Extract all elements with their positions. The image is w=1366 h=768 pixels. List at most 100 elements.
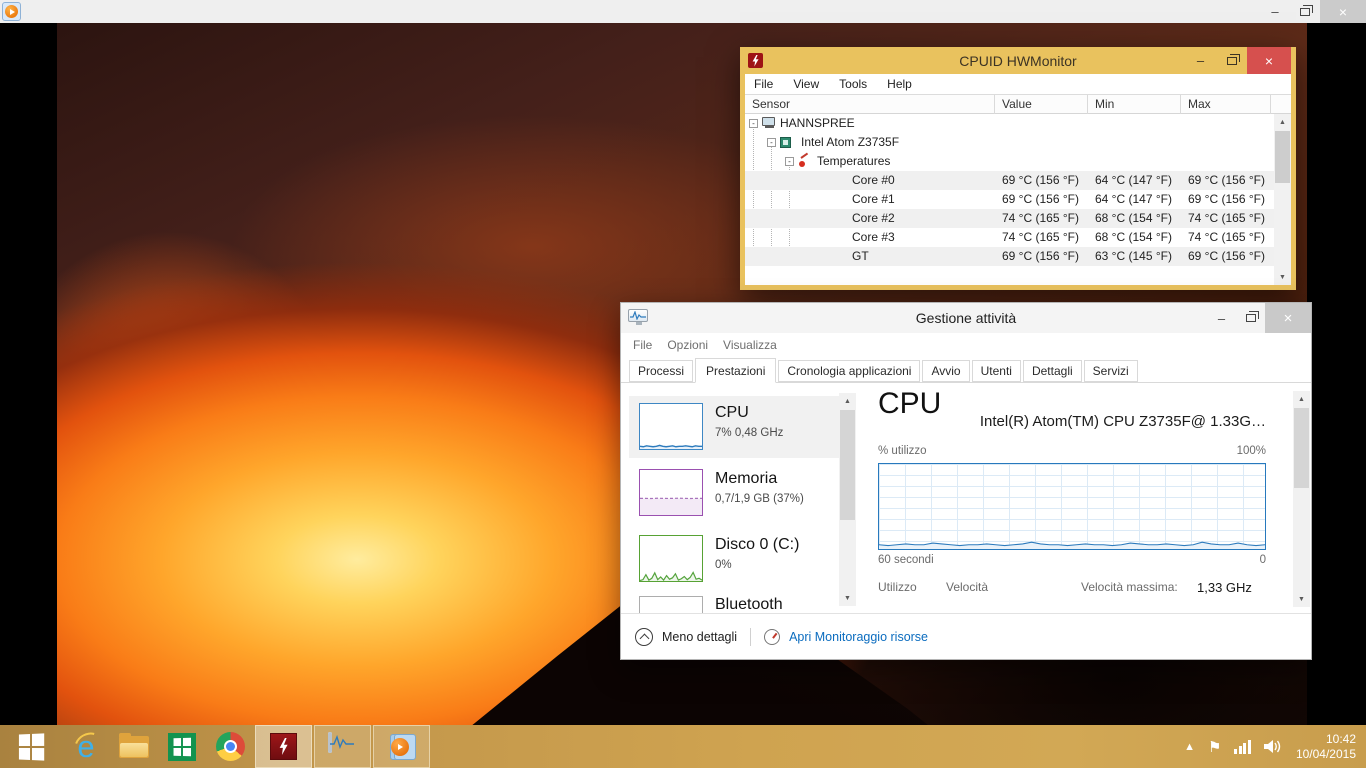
desktop: – × CPUID HWMonitor – × File View Tools … — [0, 0, 1366, 768]
task-manager-minimize-button[interactable]: – — [1207, 303, 1236, 333]
sidebar-item-cpu[interactable]: CPU 7% 0,48 GHz — [629, 396, 839, 458]
internet-explorer-icon: e — [77, 731, 94, 762]
tab-utenti[interactable]: Utenti — [972, 360, 1021, 382]
show-hidden-icons-button[interactable]: ▲ — [1184, 741, 1195, 753]
sidebar-item-bluetooth[interactable]: Bluetooth — [629, 594, 839, 613]
task-manager-close-button[interactable]: × — [1265, 303, 1311, 333]
cpu-model: Intel(R) Atom(TM) CPU Z3735F@ 1.33G… — [980, 413, 1266, 430]
hwmonitor-client-area: File View Tools Help Sensor Value Min Ma… — [745, 74, 1291, 285]
task-manager-footer: Meno dettagli Apri Monitoraggio risorse — [621, 613, 1311, 659]
media-player-app-icon[interactable] — [2, 2, 21, 21]
hwmonitor-sensor-tree: - HANNSPREE - Intel Atom Z3735F - Temper… — [745, 114, 1291, 285]
menu-file[interactable]: File — [754, 77, 773, 91]
scroll-down-icon[interactable]: ▼ — [839, 590, 856, 606]
less-details-button[interactable]: Meno dettagli — [662, 630, 737, 644]
collapse-icon[interactable]: - — [767, 138, 776, 147]
sensor-row-core3[interactable]: Core #3 74 °C (165 °F) 68 °C (154 °F) 74… — [745, 228, 1274, 247]
tab-processi[interactable]: Processi — [629, 360, 693, 382]
tab-servizi[interactable]: Servizi — [1084, 360, 1138, 382]
media-player-minimize-button[interactable]: – — [1260, 0, 1290, 23]
maximize-icon — [1246, 314, 1256, 322]
scroll-down-icon[interactable]: ▼ — [1274, 269, 1291, 285]
column-min[interactable]: Min — [1088, 95, 1181, 114]
hwmonitor-scrollbar[interactable]: ▲ ▼ — [1274, 114, 1291, 285]
start-button[interactable] — [0, 725, 62, 768]
menu-file[interactable]: File — [633, 338, 652, 352]
tab-cronologia-applicazioni[interactable]: Cronologia applicazioni — [778, 360, 920, 382]
cpu-detail-panel: CPU Intel(R) Atom(TM) CPU Z3735F@ 1.33G…… — [876, 383, 1268, 613]
taskbar-item-internet-explorer[interactable]: e — [62, 725, 110, 768]
disk-mini-chart — [639, 535, 703, 582]
sensor-row-gt[interactable]: GT 69 °C (156 °F) 63 °C (145 °F) 69 °C (… — [745, 247, 1274, 266]
tab-avvio[interactable]: Avvio — [922, 360, 969, 382]
main-scrollbar[interactable]: ▲ ▼ — [1293, 391, 1310, 607]
media-player-close-button[interactable]: × — [1320, 0, 1366, 23]
task-manager-titlebar[interactable]: Gestione attività – × — [621, 303, 1311, 333]
stat-velocita-massima-value: 1,33 GHz — [1197, 580, 1252, 595]
sidebar-item-memoria[interactable]: Memoria 0,7/1,9 GB (37%) — [629, 462, 839, 524]
cpu-usage-chart[interactable] — [878, 463, 1266, 550]
taskbar: e ▲ ⚑ — [0, 725, 1366, 768]
scroll-up-icon[interactable]: ▲ — [1293, 391, 1310, 407]
maximize-icon — [1227, 57, 1237, 65]
tab-prestazioni[interactable]: Prestazioni — [695, 358, 776, 383]
column-max[interactable]: Max — [1181, 95, 1271, 114]
computer-icon — [762, 117, 776, 129]
scrollbar-thumb[interactable] — [1294, 408, 1309, 488]
stat-velocita-massima-label: Velocità massima: — [1081, 580, 1178, 594]
taskbar-item-windows-store[interactable] — [158, 725, 206, 768]
task-manager-window: Gestione attività – × File Opzioni Visua… — [620, 302, 1312, 660]
restore-icon — [1300, 8, 1310, 16]
scroll-down-icon[interactable]: ▼ — [1293, 591, 1310, 607]
sidebar-scrollbar[interactable]: ▲ ▼ — [839, 393, 856, 606]
hwmonitor-titlebar[interactable]: CPUID HWMonitor – × — [745, 47, 1291, 74]
tree-node-computer[interactable]: - HANNSPREE — [745, 114, 1274, 133]
hwmonitor-close-button[interactable]: × — [1247, 47, 1291, 74]
memory-mini-chart — [639, 469, 703, 516]
volume-icon[interactable] — [1264, 739, 1283, 754]
sidebar-item-disco[interactable]: Disco 0 (C:) 0% — [629, 528, 839, 590]
taskbar-clock[interactable]: 10:42 10/04/2015 — [1296, 732, 1356, 762]
menu-visualizza[interactable]: Visualizza — [723, 338, 777, 352]
cpu-heading: CPU — [878, 387, 941, 421]
collapse-icon[interactable]: - — [749, 119, 758, 128]
folder-icon — [119, 736, 149, 758]
menu-tools[interactable]: Tools — [839, 77, 867, 91]
stat-velocita-label: Velocità — [946, 580, 988, 594]
media-player-restore-button[interactable] — [1290, 0, 1320, 23]
sensor-row-core0[interactable]: Core #0 69 °C (156 °F) 64 °C (147 °F) 69… — [745, 171, 1274, 190]
taskbar-item-file-explorer[interactable] — [110, 725, 158, 768]
menu-opzioni[interactable]: Opzioni — [667, 338, 708, 352]
network-signal-icon[interactable] — [1234, 740, 1251, 754]
scrollbar-thumb[interactable] — [1275, 131, 1290, 183]
sensor-row-core2[interactable]: Core #2 74 °C (165 °F) 68 °C (154 °F) 74… — [745, 209, 1274, 228]
column-sensor[interactable]: Sensor — [745, 95, 995, 114]
hwmonitor-minimize-button[interactable]: – — [1185, 47, 1216, 74]
collapse-icon[interactable]: - — [785, 157, 794, 166]
collapse-details-icon — [635, 628, 653, 646]
hwmonitor-maximize-button[interactable] — [1216, 47, 1247, 74]
hwmonitor-icon — [270, 733, 297, 760]
open-resource-monitor-link[interactable]: Apri Monitoraggio risorse — [789, 630, 928, 644]
task-manager-maximize-button[interactable] — [1236, 303, 1265, 333]
task-manager-menubar: File Opzioni Visualizza — [621, 333, 1311, 356]
taskbar-item-chrome[interactable] — [206, 725, 254, 768]
system-tray: ▲ ⚑ 10:42 10/04/2015 — [1184, 725, 1366, 768]
menu-view[interactable]: View — [793, 77, 819, 91]
scroll-up-icon[interactable]: ▲ — [1274, 114, 1291, 130]
taskbar-item-media-player[interactable] — [373, 725, 430, 768]
tree-node-temperatures[interactable]: - Temperatures — [745, 152, 1274, 171]
column-value[interactable]: Value — [995, 95, 1088, 114]
taskbar-item-hwmonitor[interactable] — [255, 725, 312, 768]
task-manager-icon — [328, 734, 358, 760]
scrollbar-thumb[interactable] — [840, 410, 855, 520]
tree-node-cpu[interactable]: - Intel Atom Z3735F — [745, 133, 1274, 152]
sensor-row-core1[interactable]: Core #1 69 °C (156 °F) 64 °C (147 °F) 69… — [745, 190, 1274, 209]
scroll-up-icon[interactable]: ▲ — [839, 393, 856, 409]
chrome-icon — [216, 732, 245, 761]
action-center-flag-icon[interactable]: ⚑ — [1208, 738, 1221, 756]
media-player-titlebar: – × — [0, 0, 1366, 23]
taskbar-item-task-manager[interactable] — [314, 725, 371, 768]
menu-help[interactable]: Help — [887, 77, 912, 91]
tab-dettagli[interactable]: Dettagli — [1023, 360, 1082, 382]
